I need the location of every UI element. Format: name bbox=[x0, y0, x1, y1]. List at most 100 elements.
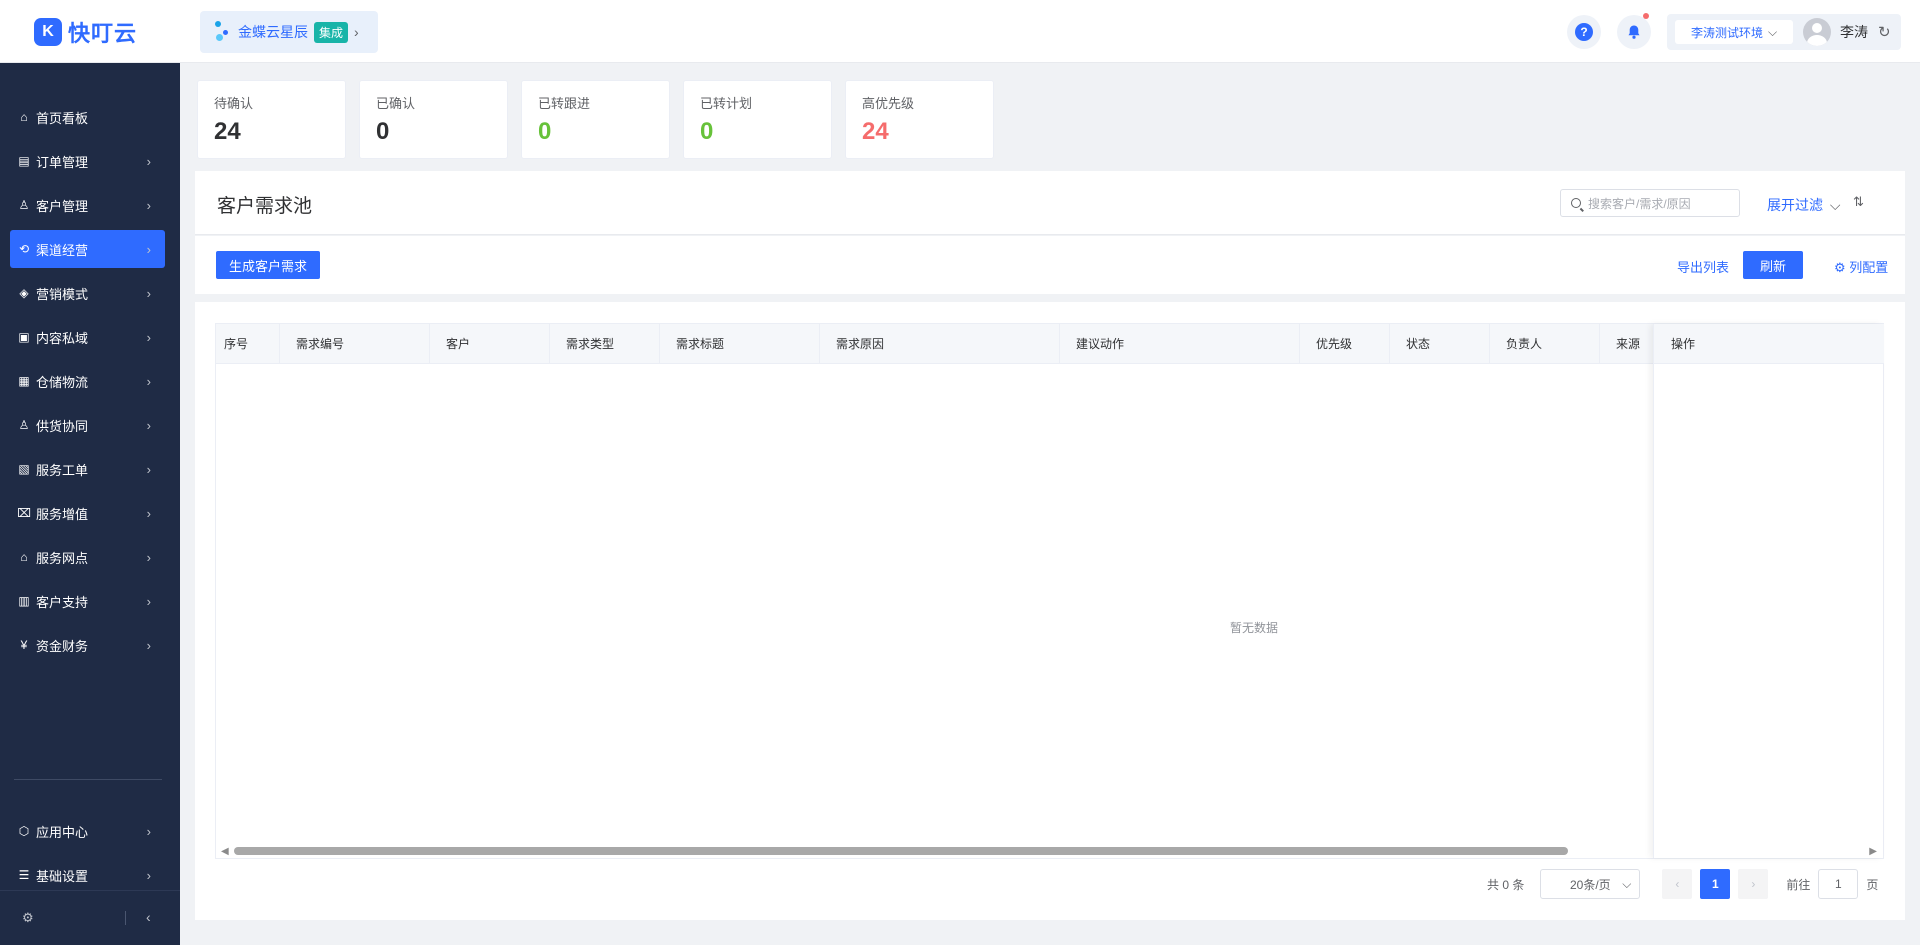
collapse-sidebar-icon[interactable]: ‹ bbox=[146, 909, 151, 925]
search-placeholder: 搜索客户/需求/原因 bbox=[1588, 196, 1691, 211]
tag-icon: ◈ bbox=[19, 286, 29, 300]
sidebar-item-label: 订单管理 bbox=[36, 154, 89, 170]
gear-icon[interactable]: ⚙ bbox=[22, 910, 34, 926]
sidebar-item-8[interactable]: ♙ 供货协同 › bbox=[10, 406, 165, 444]
sort-icon[interactable]: ⇅ bbox=[1853, 194, 1864, 210]
logo-text: 快叮云 bbox=[68, 21, 138, 46]
environment-select[interactable]: 李涛测试环境 ⌵ bbox=[1675, 20, 1793, 44]
sidebar-item-1[interactable]: ⌂ 首页看板 bbox=[10, 98, 165, 136]
page-size-value: 20条/页 bbox=[1570, 877, 1611, 892]
scroll-right-icon[interactable]: ▶ bbox=[1869, 846, 1877, 857]
next-page-button[interactable]: › bbox=[1738, 869, 1769, 899]
export-list-button[interactable]: 导出列表 bbox=[1677, 257, 1729, 276]
goto-page-input[interactable]: 1 bbox=[1818, 869, 1859, 899]
integration-entry[interactable]: 金蝶云星辰 集成 › bbox=[200, 11, 378, 53]
stat-card[interactable]: 高优先级 24 bbox=[845, 80, 994, 159]
column-header[interactable]: 序号 bbox=[216, 324, 280, 364]
sidebar-item-4[interactable]: ⟲ 渠道经营 › bbox=[10, 230, 165, 268]
integration-badge: 集成 bbox=[314, 21, 349, 43]
settings-list-icon: ☰ bbox=[18, 868, 30, 882]
column-header[interactable]: 负责人 bbox=[1490, 324, 1600, 364]
chevron-right-icon: › bbox=[146, 153, 151, 169]
stat-label: 待确认 bbox=[214, 96, 254, 111]
sidebar-item-label: 资金财务 bbox=[36, 638, 89, 654]
sidebar-divider bbox=[14, 779, 162, 780]
sidebar-item-5[interactable]: ◈ 营销模式 › bbox=[10, 274, 165, 312]
sidebar-item-label: 客户管理 bbox=[36, 198, 89, 214]
environment-select-value: 李涛测试环境 bbox=[1690, 25, 1763, 40]
column-config-button[interactable]: ⚙ 列配置 bbox=[1834, 257, 1888, 276]
app-logo[interactable]: K 快叮云 bbox=[34, 16, 137, 48]
sidebar-item-3[interactable]: ♙ 客户管理 › bbox=[10, 186, 165, 224]
sidebar-item-12[interactable]: ▥ 客户支持 › bbox=[10, 582, 165, 620]
scroll-left-icon[interactable]: ◀ bbox=[221, 846, 229, 857]
prev-page-button[interactable]: ‹ bbox=[1662, 869, 1693, 899]
refresh-button[interactable]: 刷新 bbox=[1743, 251, 1803, 279]
avatar[interactable] bbox=[1803, 18, 1831, 46]
column-header[interactable]: 来源 bbox=[1600, 324, 1655, 364]
stat-value: 0 bbox=[538, 118, 552, 145]
sidebar-item-10[interactable]: ⌧ 服务增值 › bbox=[10, 494, 165, 532]
table-panel: 序号 需求编号 客户 需求类型 需求标题 需求原因 建议动作 优先级 状态 负责人 来源 操作 暂无… bbox=[195, 302, 1905, 920]
notification-button[interactable] bbox=[1617, 13, 1651, 49]
goto-label: 前往 bbox=[1786, 877, 1811, 892]
column-header[interactable]: 建议动作 bbox=[1060, 324, 1300, 364]
sidebar-item-7[interactable]: ▦ 仓储物流 › bbox=[10, 362, 165, 400]
horizontal-scrollbar[interactable]: ◀ ▶ bbox=[216, 844, 1877, 858]
sidebar-item-label: 营销模式 bbox=[36, 286, 89, 302]
sidebar-item-2[interactable]: ☰ 基础设置 › bbox=[10, 856, 165, 894]
sidebar-item-13[interactable]: ¥ 资金财务 › bbox=[10, 626, 165, 664]
help-button[interactable]: ? bbox=[1567, 15, 1601, 49]
column-header[interactable]: 客户 bbox=[430, 324, 550, 364]
refresh-icon[interactable]: ↻ bbox=[1878, 23, 1891, 41]
stat-value: 0 bbox=[700, 118, 714, 145]
sidebar-item-label: 首页看板 bbox=[36, 110, 89, 126]
search-input[interactable]: 搜索客户/需求/原因 bbox=[1560, 189, 1740, 217]
sidebar-item-label: 服务增值 bbox=[36, 506, 89, 522]
scrollbar-thumb[interactable] bbox=[234, 847, 1568, 855]
username[interactable]: 李涛 bbox=[1840, 22, 1868, 42]
sidebar-item-label: 基础设置 bbox=[36, 868, 89, 884]
sidebar-item-9[interactable]: ▧ 服务工单 › bbox=[10, 450, 165, 488]
panel-header: 客户需求池 搜索客户/需求/原因 展开过滤 ⌵ ⇅ bbox=[195, 171, 1905, 235]
stat-card[interactable]: 已确认 0 bbox=[359, 80, 508, 159]
top-header: K 快叮云 金蝶云星辰 集成 › ? 李涛测试环境 ⌵ 李涛 ↻ bbox=[0, 0, 1920, 63]
chevron-down-icon: ⌵ bbox=[1829, 197, 1841, 213]
chevron-down-icon: ⌵ bbox=[1622, 876, 1632, 891]
chevron-right-icon: › bbox=[146, 593, 151, 609]
store-icon: ⌂ bbox=[20, 550, 28, 564]
column-header[interactable]: 需求原因 bbox=[820, 324, 1060, 364]
column-header[interactable]: 需求编号 bbox=[280, 324, 430, 364]
column-header[interactable]: 需求标题 bbox=[660, 324, 820, 364]
sidebar-item-label: 应用中心 bbox=[36, 824, 89, 840]
generate-demand-button[interactable]: 生成客户需求 bbox=[216, 251, 320, 279]
help-icon: ? bbox=[1575, 23, 1593, 41]
chevron-right-icon: › bbox=[146, 373, 151, 389]
chevron-right-icon: › bbox=[146, 417, 151, 433]
page-size-select[interactable]: 20条/页 ⌵ bbox=[1540, 869, 1641, 899]
order-icon: ▤ bbox=[18, 154, 30, 168]
column-config-label: 列配置 bbox=[1849, 260, 1889, 275]
support-icon: ▥ bbox=[18, 594, 30, 608]
integration-logo-icon bbox=[214, 21, 232, 43]
stat-card[interactable]: 待确认 24 bbox=[197, 80, 346, 159]
sidebar-item-6[interactable]: ▣ 内容私域 › bbox=[10, 318, 165, 356]
chevron-down-icon: ⌵ bbox=[1767, 24, 1778, 39]
toolbar: 生成客户需求 导出列表 刷新 ⚙ 列配置 bbox=[195, 236, 1905, 294]
column-header[interactable]: 状态 bbox=[1390, 324, 1490, 364]
stat-value: 24 bbox=[214, 118, 241, 145]
sidebar-item-11[interactable]: ⌂ 服务网点 › bbox=[10, 538, 165, 576]
user-panel: 李涛测试环境 ⌵ 李涛 ↻ bbox=[1667, 14, 1901, 50]
page-number-current[interactable]: 1 bbox=[1700, 869, 1731, 899]
stat-card[interactable]: 已转跟进 0 bbox=[521, 80, 670, 159]
stat-card[interactable]: 已转计划 0 bbox=[683, 80, 832, 159]
expand-filter-button[interactable]: 展开过滤 ⌵ bbox=[1767, 195, 1841, 215]
column-header[interactable]: 需求类型 bbox=[550, 324, 660, 364]
sidebar-item-2[interactable]: ▤ 订单管理 › bbox=[10, 142, 165, 180]
stat-value: 0 bbox=[376, 118, 390, 145]
sidebar-item-1[interactable]: ⬡ 应用中心 › bbox=[10, 812, 165, 850]
column-header[interactable]: 优先级 bbox=[1300, 324, 1390, 364]
warehouse-icon: ▦ bbox=[18, 374, 30, 388]
chevron-right-icon: › bbox=[146, 505, 151, 521]
ticket-icon: ▧ bbox=[18, 462, 30, 476]
